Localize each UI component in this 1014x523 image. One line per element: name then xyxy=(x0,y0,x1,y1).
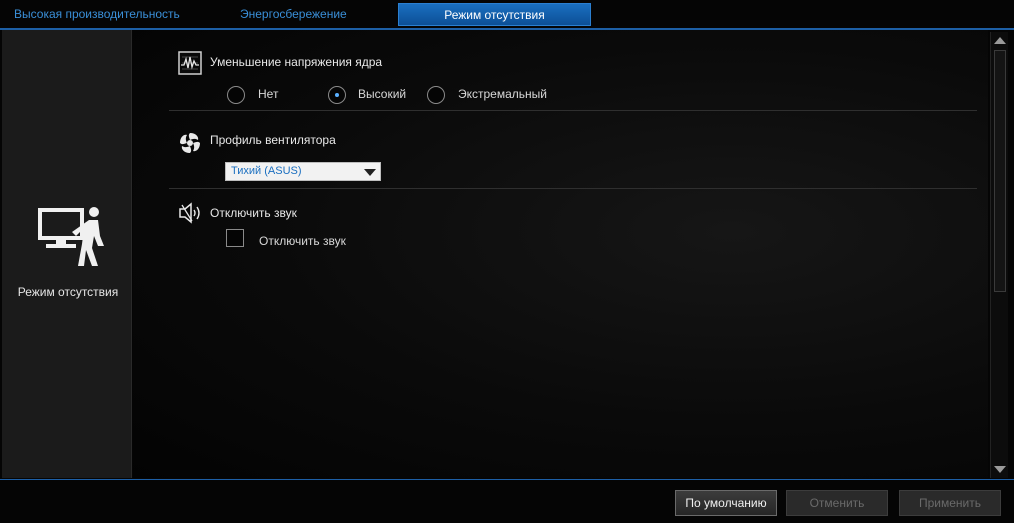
radio-voltage-high-label: Высокий xyxy=(358,87,407,101)
fan-profile-select[interactable]: Тихий (ASUS) xyxy=(225,162,381,181)
radio-voltage-extreme-label: Экстремальный xyxy=(458,87,547,101)
default-button[interactable]: По умолчанию xyxy=(675,490,777,516)
radio-voltage-extreme[interactable] xyxy=(427,86,445,104)
tab-bar: Высокая производительность Энергосбереже… xyxy=(0,0,1014,29)
speaker-mute-icon xyxy=(179,202,200,224)
radio-voltage-none-label: Нет xyxy=(258,87,279,101)
action-bar: По умолчанию Отменить Применить xyxy=(0,480,1014,523)
section-divider xyxy=(169,110,977,111)
main-panel: Режим отсутствия Уменьшение напряжения я… xyxy=(0,30,1014,480)
scroll-up-icon[interactable] xyxy=(994,37,1006,44)
mode-sidebar: Режим отсутствия xyxy=(2,30,132,478)
chevron-down-icon xyxy=(364,169,376,176)
cancel-button[interactable]: Отменить xyxy=(786,490,888,516)
section-divider xyxy=(169,188,977,189)
fan-icon xyxy=(180,133,200,153)
radio-voltage-high[interactable] xyxy=(328,86,346,104)
mute-title: Отключить звук xyxy=(210,206,297,220)
radio-voltage-none[interactable] xyxy=(227,86,245,104)
settings-content: Уменьшение напряжения ядра Нет Высокий Э… xyxy=(133,30,988,478)
away-mode-icon xyxy=(38,207,104,266)
scroll-down-icon[interactable] xyxy=(994,466,1006,473)
mute-checkbox[interactable] xyxy=(226,229,244,247)
sidebar-mode-label: Режим отсутствия xyxy=(17,285,119,299)
scrollbar-thumb[interactable] xyxy=(994,50,1006,292)
mute-checkbox-label: Отключить звук xyxy=(259,234,346,248)
tab-high-performance[interactable]: Высокая производительность xyxy=(14,3,180,26)
tab-power-saving[interactable]: Энергосбережение xyxy=(240,3,347,26)
core-voltage-title: Уменьшение напряжения ядра xyxy=(210,55,383,69)
apply-button[interactable]: Применить xyxy=(899,490,1001,516)
vertical-scrollbar[interactable] xyxy=(990,32,1008,478)
fan-profile-selected-value: Тихий (ASUS) xyxy=(231,165,302,177)
fan-profile-title: Профиль вентилятора xyxy=(210,133,336,147)
voltage-chart-icon xyxy=(178,51,202,75)
tab-away-mode[interactable]: Режим отсутствия xyxy=(398,3,591,26)
